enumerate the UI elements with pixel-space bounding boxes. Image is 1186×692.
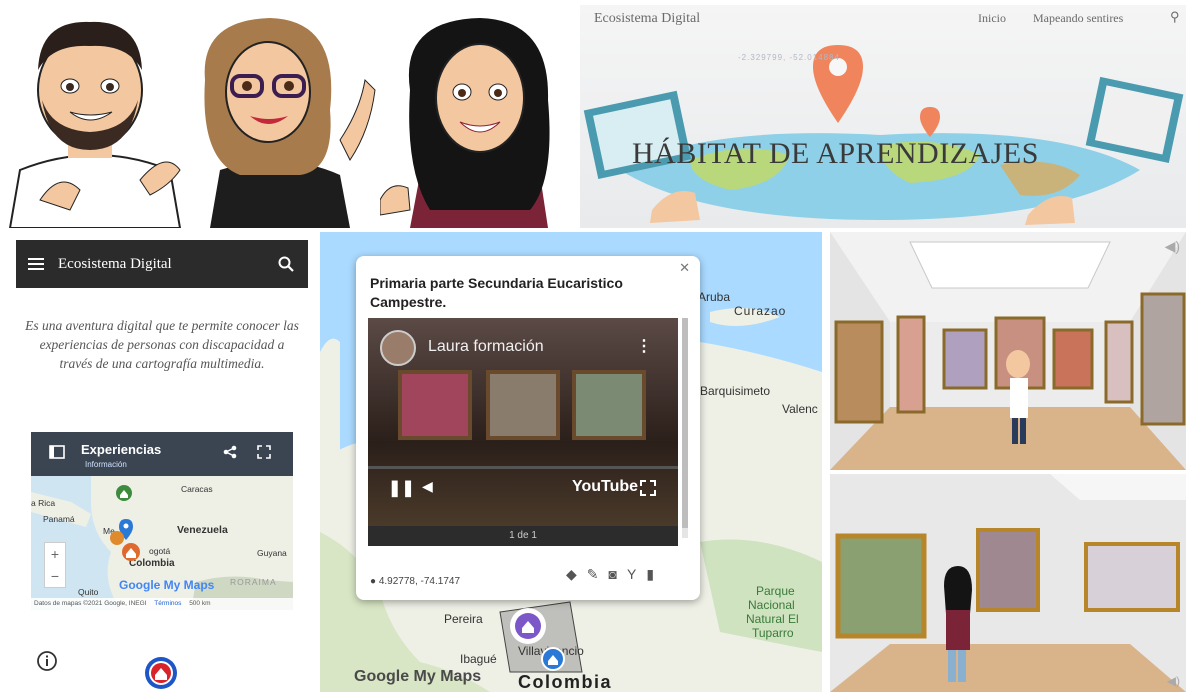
- site-header-banner: Ecosistema Digital Inicio Mapeando senti…: [580, 5, 1186, 228]
- volume-icon[interactable]: ◀: [422, 478, 433, 495]
- banner-coordinates: -2.329799, -52.014884: [738, 53, 840, 62]
- info-popup: ✕ Primaria parte Secundaria Eucaristico …: [356, 256, 700, 600]
- experience-marker-icon[interactable]: [540, 646, 566, 672]
- coordinates-text: 4.92778, -74.1747: [378, 576, 461, 587]
- zoom-in-button[interactable]: +: [45, 543, 65, 565]
- share-icon[interactable]: [223, 445, 237, 459]
- zoom-out-button[interactable]: −: [45, 565, 65, 587]
- map-label-quito: Quito: [78, 587, 99, 597]
- map-label-ibague: Ibagué: [460, 652, 497, 666]
- my-maps-title[interactable]: Experiencias: [81, 442, 161, 457]
- gallery-frame: [486, 370, 560, 440]
- location-pin-icon: ●: [370, 576, 377, 587]
- gallery-frame: [398, 370, 472, 440]
- trash-icon[interactable]: ▮: [646, 566, 664, 582]
- search-icon[interactable]: ⚲: [1170, 9, 1180, 25]
- avatar-man-panel: [0, 0, 190, 228]
- popup-scrollbar[interactable]: [682, 318, 688, 538]
- experiences-map[interactable]: Aruba Curazao Barquisimeto Valenc Parque…: [320, 232, 822, 692]
- mobile-site-panel: Ecosistema Digital Es una aventura digit…: [16, 240, 308, 692]
- my-maps-header: Experiencias Información: [31, 432, 293, 476]
- terms-link[interactable]: Términos: [154, 600, 181, 607]
- map-label-bogota: ogotá: [149, 546, 171, 556]
- map-label-caracas: Caracas: [181, 484, 213, 494]
- map-label-parque-2: Nacional: [748, 598, 795, 612]
- map-label-medellin: Me: [103, 526, 115, 536]
- camera-icon[interactable]: ◙: [609, 566, 627, 582]
- map-label-colombia: Colombia: [518, 672, 613, 692]
- map-label-parque-3: Natural El: [746, 612, 799, 626]
- banner-title: HÁBITAT DE APRENDIZAJES: [632, 137, 1039, 170]
- virtual-gallery-room-2: ◀): [830, 474, 1186, 692]
- info-icon[interactable]: [36, 650, 58, 672]
- mobile-app-bar: Ecosistema Digital: [16, 240, 308, 288]
- map-label-parque-1: Parque: [756, 584, 795, 598]
- legend-panel-icon[interactable]: [49, 445, 65, 459]
- popup-pager: 1 de 1: [368, 526, 678, 546]
- banner-site-title[interactable]: Ecosistema Digital: [594, 11, 700, 27]
- embedded-my-maps[interactable]: Experiencias Información Caracas a Rica …: [31, 432, 293, 610]
- gallery-room-1-illustration: [830, 232, 1186, 470]
- gallery-room-2-illustration: [830, 474, 1186, 692]
- map-scale: 500 km: [189, 600, 211, 607]
- fullscreen-icon[interactable]: [640, 480, 656, 496]
- mobile-app-title[interactable]: Ecosistema Digital: [58, 256, 172, 273]
- zoom-controls: + −: [44, 542, 66, 588]
- site-description: Es una aventura digital que te permite c…: [25, 318, 299, 371]
- more-options-icon[interactable]: ⋮: [636, 336, 652, 356]
- google-my-maps-logo: Google My Maps: [119, 578, 215, 592]
- map-label-pereira: Pereira: [444, 612, 483, 626]
- woman-glasses-avatar-illustration: [204, 18, 376, 228]
- popup-toolbar: ◆✎◙Y▮: [566, 566, 664, 583]
- woman-dark-hair-avatar-illustration: [380, 18, 550, 228]
- man-avatar-illustration: [8, 21, 182, 228]
- map-label-colombia: Colombia: [129, 558, 175, 569]
- gallery-frame: [572, 370, 646, 440]
- video-channel-name: Laura formación: [428, 338, 544, 355]
- close-icon[interactable]: ✕: [679, 260, 690, 276]
- avatar-woman-dark-hair-panel: [380, 0, 570, 228]
- nav-link-inicio[interactable]: Inicio: [978, 11, 1006, 26]
- search-icon[interactable]: [278, 256, 294, 272]
- menu-icon[interactable]: [28, 258, 44, 270]
- directions-icon[interactable]: Y: [627, 566, 646, 582]
- map-label-barquisimeto: Barquisimeto: [700, 384, 771, 398]
- map-label-panama: Panamá: [43, 514, 75, 524]
- map-label-aruba: Aruba: [698, 290, 731, 304]
- channel-avatar: [380, 330, 416, 366]
- google-my-maps-logo: Google My Maps: [354, 668, 482, 685]
- home-button-icon[interactable]: [144, 654, 178, 692]
- fullscreen-icon[interactable]: [257, 445, 271, 459]
- audio-muted-icon[interactable]: ◀): [1167, 674, 1180, 688]
- popup-coordinates: ● 4.92778, -74.1747: [370, 576, 460, 587]
- avatar-woman-glasses-panel: [190, 0, 380, 228]
- virtual-gallery-room-1: ◀): [830, 232, 1186, 470]
- video-progress-bar[interactable]: [368, 466, 678, 469]
- map-label-curazao: Curazao: [734, 304, 787, 318]
- map-label-parque-4: Tuparro: [752, 626, 794, 640]
- youtube-video-player[interactable]: Laura formación ⋮ ❚❚ ◀ YouTube: [368, 318, 678, 526]
- youtube-logo[interactable]: YouTube: [572, 478, 638, 496]
- nav-link-mapeando-sentires[interactable]: Mapeando sentires: [1033, 11, 1123, 26]
- map-label-guyana: Guyana: [257, 548, 287, 558]
- map-label-roraima: RORAIMA: [230, 577, 277, 587]
- audio-muted-icon[interactable]: ◀): [1165, 238, 1180, 255]
- map-label-valencia: Valenc: [782, 402, 818, 416]
- my-maps-info-link[interactable]: Información: [85, 460, 127, 469]
- pause-icon[interactable]: ❚❚: [388, 478, 415, 498]
- popup-title: Primaria parte Secundaria Eucaristico Ca…: [370, 275, 623, 310]
- map-attribution-bar: Datos de mapas ©2021 Google, INEGI Térmi…: [31, 598, 293, 610]
- edit-pencil-icon[interactable]: ✎: [587, 566, 609, 582]
- paint-bucket-icon[interactable]: ◆: [566, 566, 587, 582]
- map-label-costa-rica: a Rica: [31, 498, 56, 508]
- banner-map-illustration: [583, 45, 1184, 225]
- map-label-venezuela: Venezuela: [177, 524, 228, 536]
- map-attribution: Datos de mapas ©2021 Google, INEGI: [34, 600, 147, 607]
